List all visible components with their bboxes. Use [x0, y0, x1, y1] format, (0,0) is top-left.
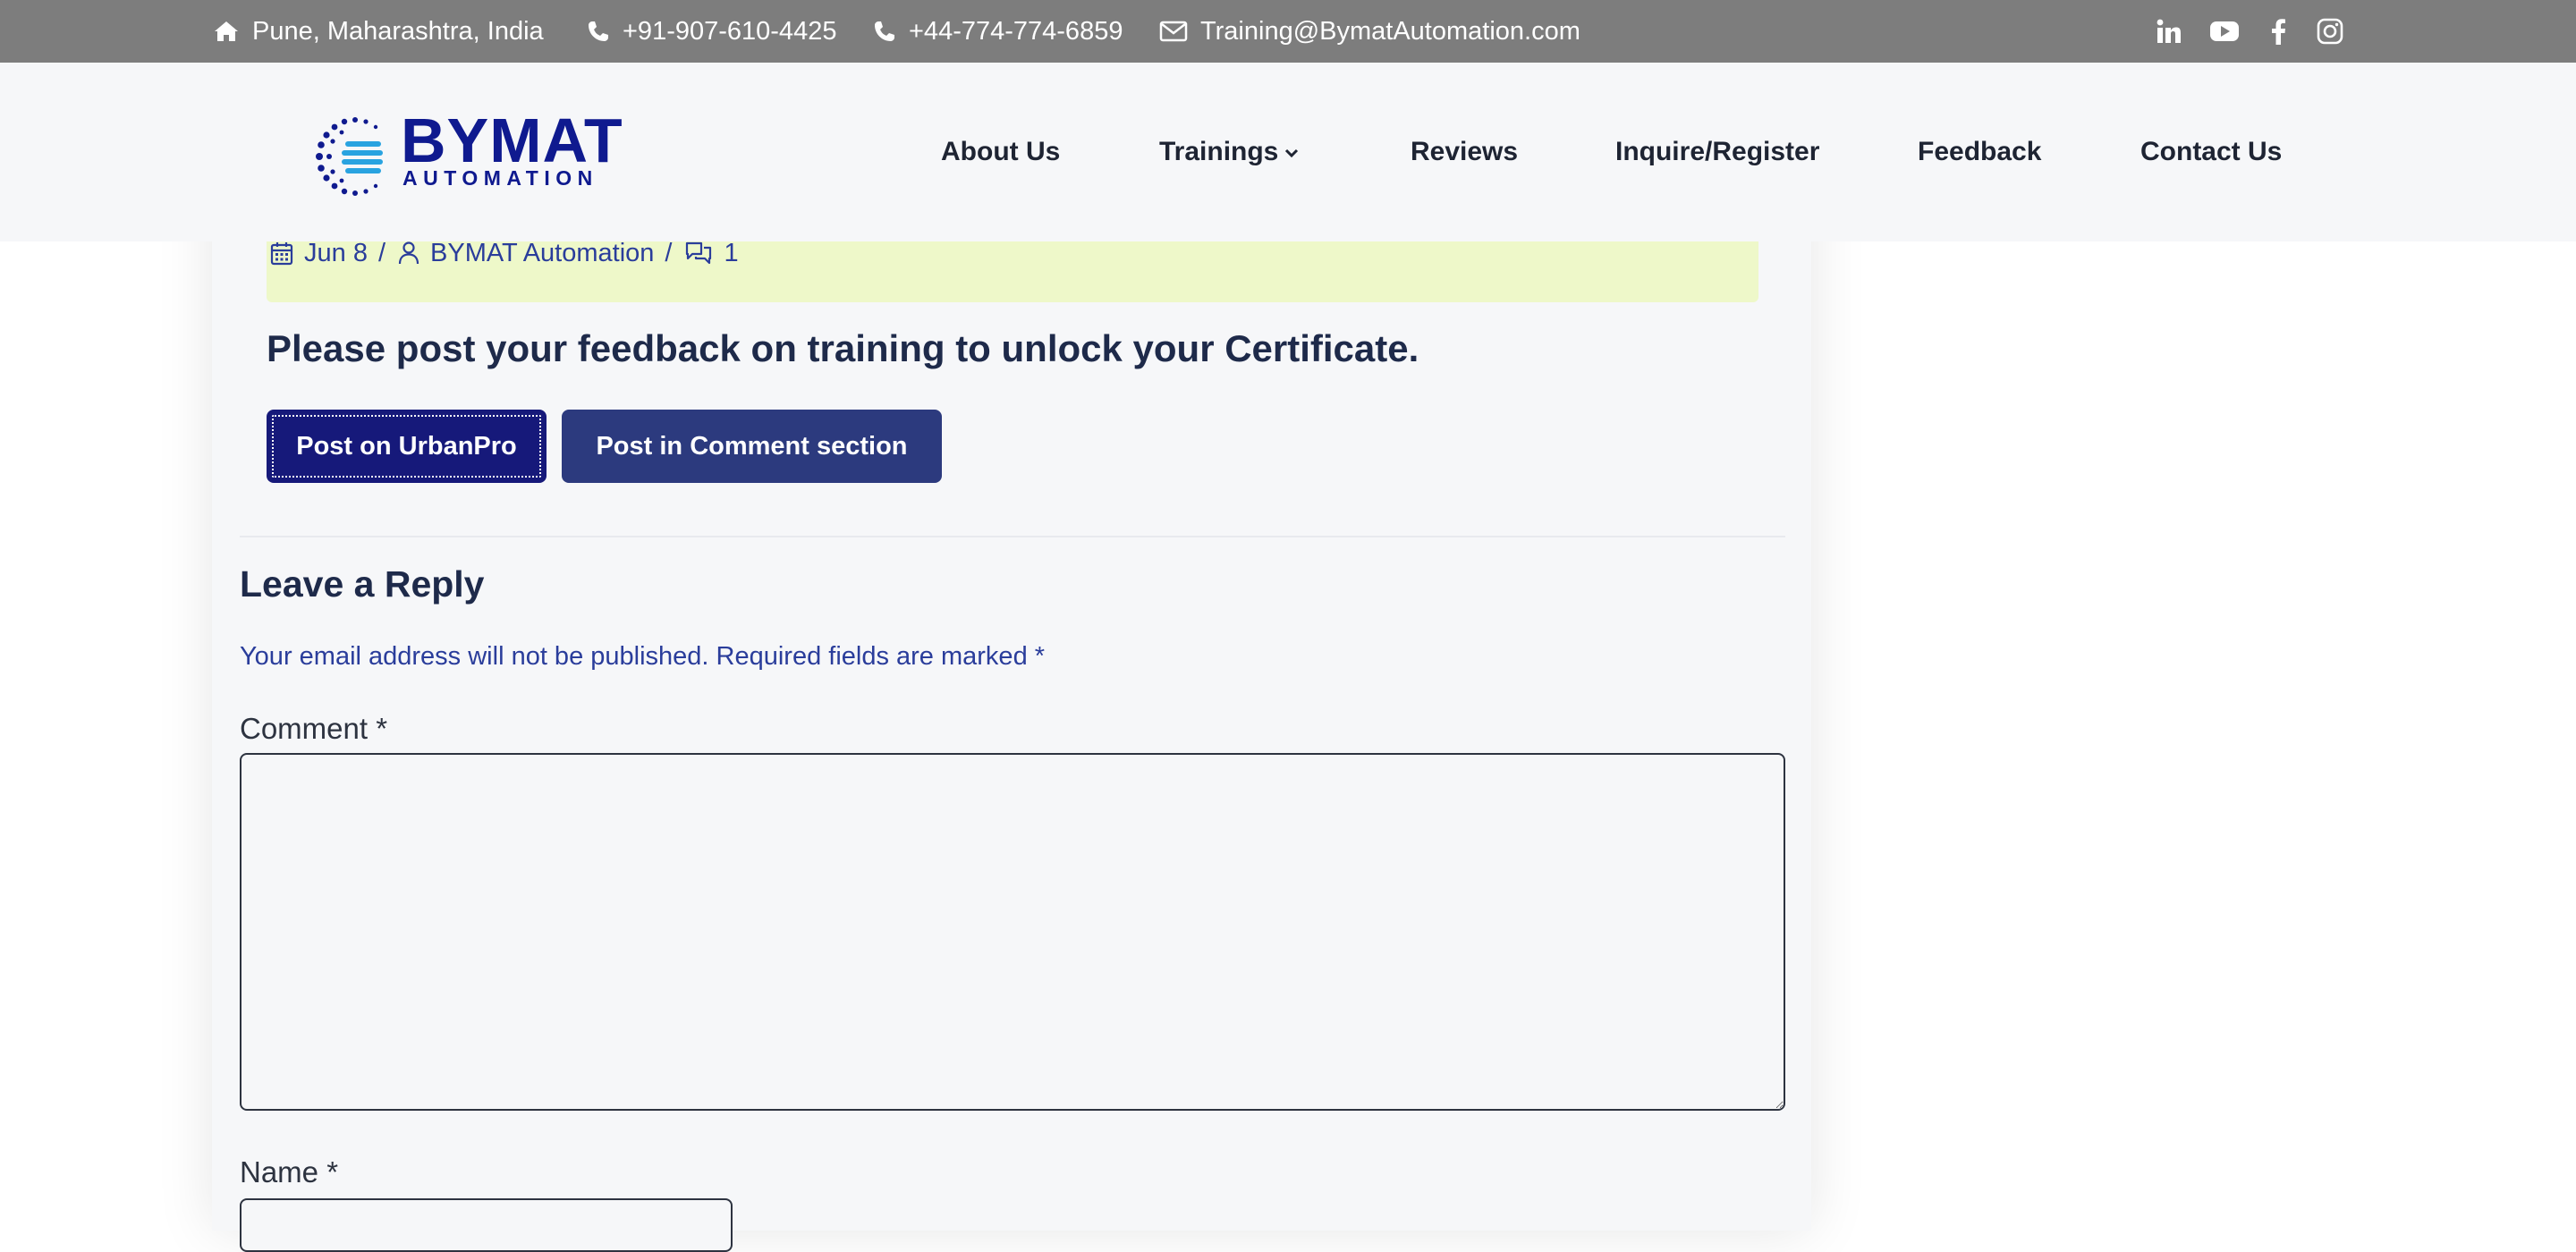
home-icon	[215, 21, 238, 41]
post-meta: Jun 8 / BYMAT Automation / 1	[270, 238, 739, 268]
name-field[interactable]	[240, 1198, 733, 1252]
location-text: Pune, Maharashtra, India	[252, 16, 544, 46]
email-item[interactable]: Training@BymatAutomation.com	[1159, 0, 1580, 63]
youtube-link[interactable]	[2209, 0, 2240, 63]
envelope-icon	[1159, 21, 1188, 42]
nav-trainings-label: Trainings	[1159, 137, 1279, 166]
facebook-link[interactable]	[2270, 0, 2286, 63]
post-date[interactable]: Jun 8	[304, 239, 368, 268]
phone-icon	[875, 21, 894, 41]
post-in-comment-section-button[interactable]: Post in Comment section	[562, 410, 942, 483]
site-header: BYMAT AUTOMATION About Us Trainings Revi…	[0, 63, 2576, 241]
site-logo[interactable]: BYMAT AUTOMATION	[315, 109, 623, 199]
post-on-urbanpro-button[interactable]: Post on UrbanPro	[267, 410, 547, 483]
phone-uk-text[interactable]: +44-774-774-6859	[909, 17, 1123, 47]
linkedin-icon	[2157, 19, 2181, 43]
comment-label: Comment *	[240, 712, 388, 745]
phone-india-item[interactable]: +91-907-610-4425	[587, 0, 836, 63]
linkedin-link[interactable]	[2156, 0, 2182, 63]
location-item: Pune, Maharashtra, India	[213, 0, 544, 63]
logo-wordmark: BYMAT	[401, 106, 623, 175]
nav-trainings[interactable]: Trainings	[1159, 63, 1300, 241]
nav-contact-us[interactable]: Contact Us	[2140, 63, 2282, 241]
instagram-icon	[2317, 18, 2343, 45]
phone-india-text[interactable]: +91-907-610-4425	[623, 17, 836, 47]
logo-tagline: AUTOMATION	[402, 166, 598, 190]
comment-textarea[interactable]	[240, 753, 1785, 1111]
email-text[interactable]: Training@BymatAutomation.com	[1200, 17, 1580, 47]
youtube-icon	[2210, 21, 2239, 41]
nav-feedback[interactable]: Feedback	[1918, 63, 2041, 241]
nav-reviews[interactable]: Reviews	[1411, 63, 1518, 241]
phone-icon	[589, 21, 608, 41]
comments-icon	[686, 241, 712, 265]
meta-separator: /	[665, 238, 673, 267]
instagram-link[interactable]	[2317, 0, 2343, 63]
nav-about-us[interactable]: About Us	[941, 63, 1060, 241]
post-headline: Please post your feedback on training to…	[267, 327, 1419, 369]
post-comment-count[interactable]: 1	[724, 239, 738, 268]
calendar-icon	[270, 242, 293, 266]
facebook-icon	[2272, 19, 2285, 45]
logo-mark-icon	[316, 117, 383, 196]
comment-notes: Your email address will not be published…	[240, 642, 1046, 671]
phone-uk-item[interactable]: +44-774-774-6859	[873, 0, 1123, 63]
user-icon	[398, 241, 419, 265]
nav-inquire-register[interactable]: Inquire/Register	[1615, 63, 1819, 241]
chevron-down-icon	[1285, 149, 1299, 158]
name-label: Name *	[240, 1155, 339, 1189]
post-author[interactable]: BYMAT Automation	[430, 239, 654, 268]
top-contact-bar: Pune, Maharashtra, India +91-907-610-442…	[0, 0, 2576, 63]
leave-reply-heading: Leave a Reply	[240, 563, 485, 605]
meta-separator: /	[377, 238, 386, 267]
section-divider	[240, 536, 1785, 537]
